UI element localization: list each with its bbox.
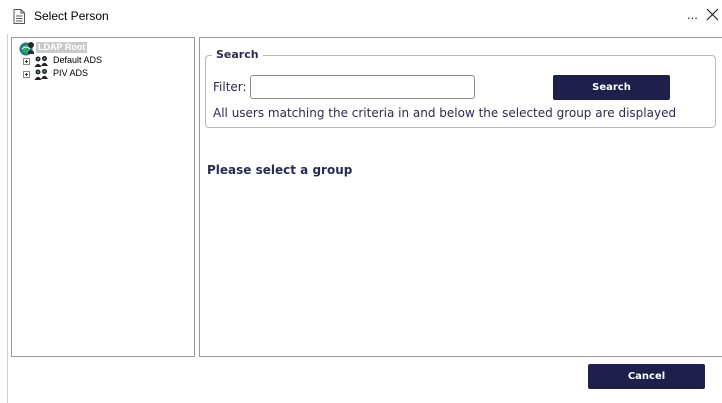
people-group-icon	[34, 69, 48, 80]
ldap-root-icon	[19, 42, 34, 56]
cancel-button[interactable]: Cancel	[588, 364, 705, 389]
filter-input[interactable]	[250, 75, 475, 99]
tree-node-ldap-root[interactable]: LDAP Root	[36, 42, 88, 53]
tree-node-piv-ads[interactable]: PIV ADS	[53, 68, 88, 79]
title-bar: Select Person ...	[0, 0, 722, 34]
expand-default-ads-button[interactable]	[23, 58, 30, 65]
search-legend: Search	[212, 48, 263, 61]
search-button[interactable]: Search	[553, 75, 670, 100]
select-group-message: Please select a group	[207, 163, 353, 177]
window-border	[7, 34, 8, 403]
people-group-icon	[34, 56, 48, 67]
expand-piv-ads-button[interactable]	[23, 71, 30, 78]
select-person-dialog: Select Person ... LDAP Root Default ADS	[0, 0, 722, 403]
window-title: Select Person	[34, 9, 109, 23]
criteria-note: All users matching the criteria in and b…	[213, 106, 677, 120]
close-icon[interactable]	[706, 8, 719, 21]
tree-node-default-ads[interactable]: Default ADS	[53, 55, 102, 66]
filter-label: Filter:	[213, 80, 247, 94]
document-icon	[13, 9, 25, 24]
group-tree-panel[interactable]	[11, 37, 195, 357]
more-options-button[interactable]: ...	[687, 7, 698, 22]
